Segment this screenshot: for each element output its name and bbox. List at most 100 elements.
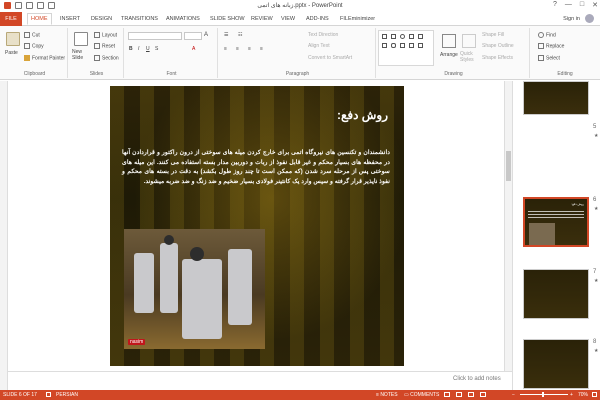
justify-icon[interactable]: ≡	[260, 46, 263, 52]
slideshow-view-icon[interactable]	[480, 392, 486, 397]
shape-arrow-icon[interactable]	[418, 34, 423, 39]
slide-title[interactable]: روش دفع:	[337, 108, 388, 122]
underline-icon[interactable]: U	[146, 46, 150, 52]
paste-icon[interactable]	[6, 32, 20, 46]
fit-to-window-icon[interactable]	[592, 392, 597, 397]
title-bar: زبانه های اتمی.pptx - PowerPoint ? — □ ✕	[0, 0, 600, 12]
slide-thumbnail-7[interactable]	[523, 269, 589, 319]
sign-in-link[interactable]: Sign in	[563, 16, 580, 22]
text-direction-button[interactable]: Text Direction	[308, 32, 338, 38]
cut-button[interactable]: Cut	[24, 32, 40, 38]
arrange-icon[interactable]	[442, 34, 456, 48]
notes-pane[interactable]: Click to add notes	[8, 371, 512, 390]
quick-styles-icon[interactable]	[462, 34, 476, 48]
bold-icon[interactable]: B	[129, 46, 133, 52]
quick-styles-button[interactable]: Quick Styles	[460, 51, 482, 63]
slide-thumbnail-5[interactable]	[523, 81, 589, 115]
shapes-gallery[interactable]	[378, 30, 434, 66]
normal-view-icon[interactable]	[444, 392, 450, 397]
new-slide-button[interactable]: New Slide	[72, 49, 92, 61]
numbering-icon[interactable]: ☷	[238, 32, 242, 38]
shape-line-icon[interactable]	[382, 34, 387, 39]
shadow-icon[interactable]: S	[155, 46, 158, 52]
editing-group-label: Editing	[557, 71, 573, 77]
italic-icon[interactable]: I	[138, 46, 139, 52]
help-button[interactable]: ?	[553, 1, 557, 9]
shape-effects-button[interactable]: Shape Effects	[482, 55, 513, 61]
minimize-button[interactable]: —	[565, 1, 572, 9]
zoom-slider-handle[interactable]	[542, 392, 544, 397]
spelling-icon[interactable]	[46, 392, 51, 397]
avatar[interactable]	[585, 14, 594, 23]
grow-font-icon[interactable]: A	[204, 32, 208, 38]
shape-rounded-rect-icon[interactable]	[391, 43, 396, 48]
zoom-in-icon[interactable]: +	[570, 392, 573, 398]
tab-transitions[interactable]: TRANSITIONS	[118, 14, 161, 24]
close-button[interactable]: ✕	[592, 1, 598, 9]
slides-group: New Slide Layout Reset Section Slides	[70, 28, 124, 78]
align-left-icon[interactable]: ≡	[224, 46, 227, 52]
tab-review[interactable]: REVIEW	[248, 14, 276, 24]
bullets-icon[interactable]: ☰	[224, 32, 228, 38]
layout-button[interactable]: Layout	[94, 32, 117, 38]
replace-button[interactable]: Replace	[538, 43, 564, 49]
reading-view-icon[interactable]	[468, 392, 474, 397]
zoom-level[interactable]: 70%	[578, 392, 588, 398]
align-text-button[interactable]: Align Text	[308, 43, 330, 49]
tab-file[interactable]: FILE	[0, 12, 22, 26]
font-group-label: Font	[166, 71, 177, 77]
font-size-field[interactable]	[184, 32, 202, 40]
shape-pentagon-icon[interactable]	[382, 43, 387, 48]
convert-smartart-button[interactable]: Convert to SmartArt	[308, 55, 352, 61]
clipboard-group: Paste Cut Copy Format Painter Clipboard	[2, 28, 68, 78]
align-center-icon[interactable]: ≡	[236, 46, 239, 52]
photo-watermark: nasim	[128, 339, 146, 345]
shape-callout-icon[interactable]	[418, 43, 423, 48]
shape-star-icon[interactable]	[400, 43, 405, 48]
select-button[interactable]: Select	[538, 55, 560, 61]
notes-placeholder: Click to add notes	[453, 376, 501, 382]
font-family-field[interactable]	[128, 32, 182, 40]
tab-design[interactable]: DESIGN	[88, 14, 115, 24]
language-indicator[interactable]: PERSIAN	[56, 392, 78, 398]
collapsed-left-pane	[0, 81, 8, 390]
brush-icon	[24, 55, 30, 61]
slide-thumbnail-8[interactable]	[523, 339, 589, 389]
tab-insert[interactable]: INSERT	[57, 14, 83, 24]
comments-button[interactable]: ▭ COMMENTS	[404, 392, 439, 398]
scrollbar-thumb[interactable]	[506, 151, 511, 181]
find-button[interactable]: Find	[538, 32, 556, 38]
shape-triangle-icon[interactable]	[409, 34, 414, 39]
paste-button[interactable]: Paste	[5, 50, 18, 56]
shape-outline-button[interactable]: Shape Outline	[482, 43, 514, 49]
tab-fileminimizer[interactable]: FILEminimizer	[337, 14, 378, 24]
zoom-slider[interactable]	[520, 394, 568, 395]
slide-body-text[interactable]: دانشمندان و تکنسین های نیروگاه اتمی برای…	[122, 148, 390, 186]
tab-add-ins[interactable]: ADD-INS	[303, 14, 332, 24]
slide-canvas[interactable]: روش دفع: دانشمندان و تکنسین های نیروگاه …	[110, 86, 404, 366]
tab-home[interactable]: HOME	[27, 13, 52, 25]
editor-vertical-scrollbar[interactable]	[504, 81, 512, 371]
reset-button[interactable]: Reset	[94, 43, 115, 49]
notes-button[interactable]: ≡ NOTES	[376, 392, 398, 398]
shape-oval-icon[interactable]	[400, 34, 405, 39]
new-slide-icon[interactable]	[74, 32, 88, 46]
shape-fill-button[interactable]: Shape Fill	[482, 32, 504, 38]
slide-thumbnail-6[interactable]: روش دفع:	[523, 197, 589, 247]
tab-slide-show[interactable]: SLIDE SHOW	[207, 14, 248, 24]
shape-rectangle-icon[interactable]	[391, 34, 396, 39]
align-right-icon[interactable]: ≡	[248, 46, 251, 52]
section-button[interactable]: Section	[94, 55, 119, 61]
format-painter-button[interactable]: Format Painter	[24, 55, 65, 61]
font-color-icon[interactable]: A	[192, 46, 195, 52]
tab-view[interactable]: VIEW	[278, 14, 298, 24]
shape-brace-icon[interactable]	[409, 43, 414, 48]
maximize-button[interactable]: □	[580, 1, 584, 9]
slide-sorter-icon[interactable]	[456, 392, 462, 397]
arrange-button[interactable]: Arrange	[440, 52, 458, 58]
zoom-out-icon[interactable]: −	[512, 392, 515, 398]
slide-photo[interactable]: nasim	[124, 229, 265, 349]
tab-animations[interactable]: ANIMATIONS	[163, 14, 203, 24]
photo-figure	[134, 253, 154, 313]
copy-button[interactable]: Copy	[24, 43, 44, 49]
